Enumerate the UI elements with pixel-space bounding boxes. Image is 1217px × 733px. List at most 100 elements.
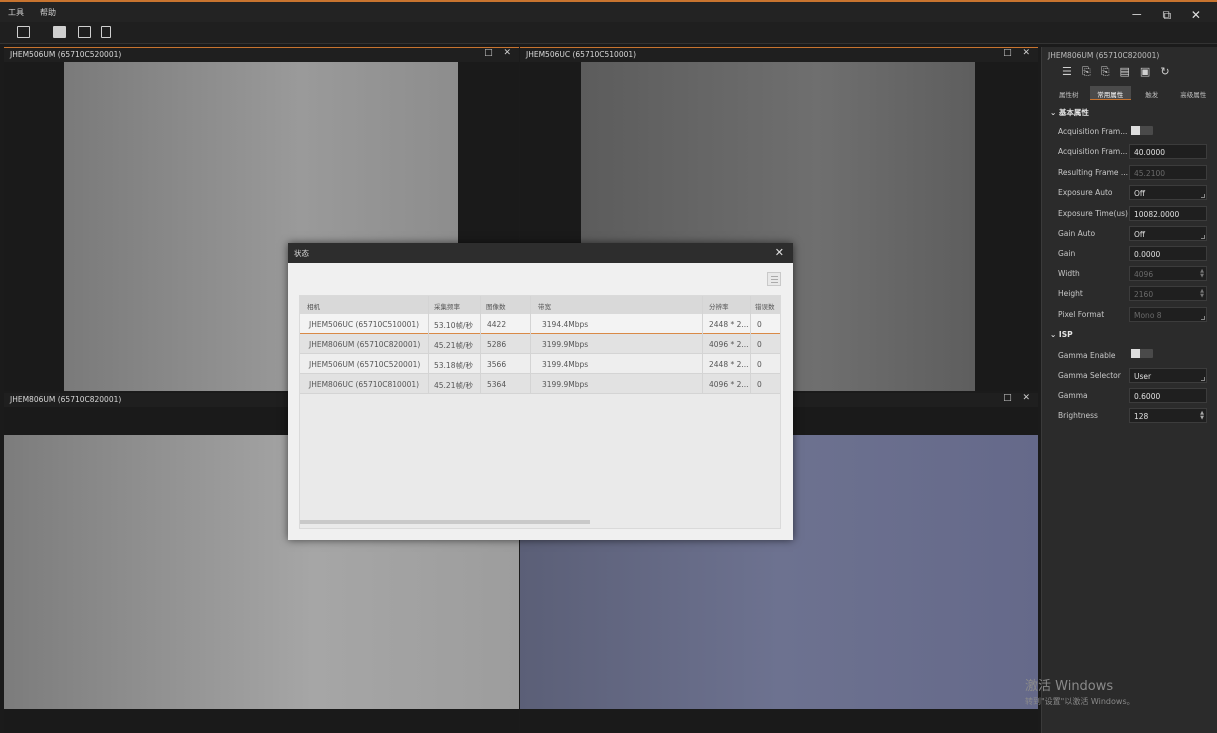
prop-label: Pixel Format [1058,310,1105,319]
cell-frame-rate: 45.21帧/秒 [434,341,473,350]
cell-bandwidth: 3199.9Mbps [542,340,589,349]
list-icon[interactable]: ☰ [1062,65,1082,78]
col-header-error-count[interactable]: 错误数 [750,296,780,314]
cell-image-count: 5364 [487,380,507,389]
col-header-camera[interactable]: 相机 [300,296,428,314]
prop-label: Brightness [1058,411,1098,420]
cell-camera: JHEM506UC (65710C510001) [309,320,420,329]
window-controls[interactable]: － ⧉ ✕ [1131,6,1209,23]
prop-label: Gamma Selector [1058,371,1121,380]
export-icon[interactable]: ⎘ [1101,65,1120,78]
cell-camera: JHEM806UC (65710C810001) [309,380,420,389]
document-icon[interactable] [101,26,111,38]
import-icon[interactable]: ⎘ [1082,65,1101,78]
cell-resolution: 4096 * 2... [709,380,749,389]
cell-error-count: 0 [757,340,762,349]
image-list-icon[interactable] [78,26,91,38]
cell-image-count: 5286 [487,340,507,349]
table-row[interactable]: JHEM806UM (65710C820001) 45.21帧/秒 5286 3… [300,334,780,354]
refresh-icon[interactable]: ↻ [1160,65,1179,78]
section-isp[interactable]: ⌄ ISP [1050,330,1073,339]
cell-resolution: 2448 * 2... [709,320,749,329]
cell-frame-rate: 53.18帧/秒 [434,361,473,370]
column-divider [750,296,751,393]
table-row[interactable]: JHEM806UC (65710C810001) 45.21帧/秒 5364 3… [300,374,780,394]
tab-trigger[interactable]: 触发 [1131,86,1173,100]
cell-bandwidth: 3194.4Mbps [542,320,589,329]
menu-help[interactable]: 帮助 [40,7,56,18]
menu-tools[interactable]: 工具 [8,7,24,18]
prop-label: Exposure Time(us) [1058,209,1128,218]
cell-camera: JHEM806UM (65710C820001) [309,340,421,349]
waveform-icon[interactable] [53,26,66,38]
prop-label: Gamma [1058,391,1088,400]
properties-panel: JHEM806UM (65710C820001) ☰⎘⎘▤▣↻ 属性树 常用属性… [1041,47,1217,733]
pane-buttons[interactable]: □ ✕ [1003,48,1034,58]
pane-title: JHEM506UM (65710C520001) □ ✕ [4,48,519,62]
cell-camera: JHEM506UM (65710C520001) [309,360,421,369]
watermark-line1: 激活 Windows [1025,679,1114,694]
property-tabs: 属性树 常用属性 触发 高级属性 [1048,86,1214,100]
column-divider [480,296,481,393]
prop-label: Resulting Frame ... [1058,168,1129,177]
column-divider [428,296,429,393]
col-header-bandwidth[interactable]: 带宽 [530,296,702,314]
save-icon[interactable]: ▣ [1140,65,1160,78]
status-dialog: 状态 ✕ 相机 采集频率 图像数 带宽 分辨率 错误数 JHEM506UC (6… [288,243,793,540]
table-row[interactable]: JHEM506UM (65710C520001) 53.18帧/秒 3566 3… [300,354,780,374]
tab-property-tree[interactable]: 属性树 [1048,86,1090,100]
height-input: 2160 ▲ ▼ [1129,286,1207,301]
prop-label: Gain [1058,249,1076,258]
cell-error-count: 0 [757,320,762,329]
screenshot-icon[interactable] [17,26,30,38]
gain-auto-select[interactable]: Off [1129,226,1207,241]
dialog-title: 状态 [294,249,309,258]
status-table: 相机 采集频率 图像数 带宽 分辨率 错误数 JHEM506UC (65710C… [299,295,781,529]
gamma-input[interactable]: 0.6000 [1129,388,1207,403]
cell-bandwidth: 3199.9Mbps [542,380,589,389]
image-letterbox [4,62,64,391]
watermark-line2: 转到"设置"以激活 Windows。 [1025,697,1135,706]
image-letterbox [975,62,1038,391]
cell-resolution: 2448 * 2... [709,360,749,369]
cell-image-count: 4422 [487,320,507,329]
cell-error-count: 0 [757,380,762,389]
sidebar-toolbar: ☰⎘⎘▤▣↻ [1062,65,1180,79]
column-divider [530,296,531,393]
pane-buttons[interactable]: □ ✕ [1003,393,1034,403]
brightness-input[interactable]: 128 ▲ ▼ [1129,408,1207,423]
dialog-title-bar: 状态 ✕ [288,243,793,263]
tab-advanced-properties[interactable]: 高级属性 [1173,86,1215,100]
col-header-image-count[interactable]: 图像数 [480,296,530,314]
gamma-enable-toggle[interactable] [1131,349,1153,358]
gamma-selector-select[interactable]: User [1129,368,1207,383]
prop-label: Width [1058,269,1080,278]
menu-icon[interactable] [767,272,781,286]
gain-input[interactable]: 0.0000 [1129,246,1207,261]
pane-title: JHEM506UC (65710C510001) □ ✕ [520,48,1038,62]
section-basic[interactable]: ⌄ 基本属性 [1050,107,1089,118]
cell-bandwidth: 3199.4Mbps [542,360,589,369]
table-row[interactable]: JHEM506UC (65710C510001) 53.10帧/秒 4422 3… [300,314,780,334]
prop-label: Acquisition Fram... [1058,147,1128,156]
tab-common-properties[interactable]: 常用属性 [1089,86,1131,100]
prop-label: Gain Auto [1058,229,1096,238]
device-title: JHEM806UM (65710C820001) [1048,51,1160,60]
horizontal-scrollbar[interactable] [300,520,590,524]
cell-frame-rate: 45.21帧/秒 [434,381,473,390]
prop-label: Height [1058,289,1083,298]
exposure-time-input[interactable]: 10082.0000 [1129,206,1207,221]
copy-icon[interactable]: ▤ [1120,65,1140,78]
col-header-resolution[interactable]: 分辨率 [702,296,750,314]
cell-image-count: 3566 [487,360,507,369]
pane-buttons[interactable]: □ ✕ [484,48,515,58]
image-letterbox [520,709,1038,733]
close-icon[interactable]: ✕ [775,246,784,259]
exposure-auto-select[interactable]: Off [1129,185,1207,200]
prop-label: Gamma Enable [1058,351,1116,360]
width-input: 4096 ▲ ▼ [1129,266,1207,281]
acquisition-frame-rate-input[interactable]: 40.0000 [1129,144,1207,159]
col-header-frame-rate[interactable]: 采集频率 [428,296,480,314]
cell-error-count: 0 [757,360,762,369]
acquisition-frame-rate-enable-toggle[interactable] [1131,126,1153,135]
